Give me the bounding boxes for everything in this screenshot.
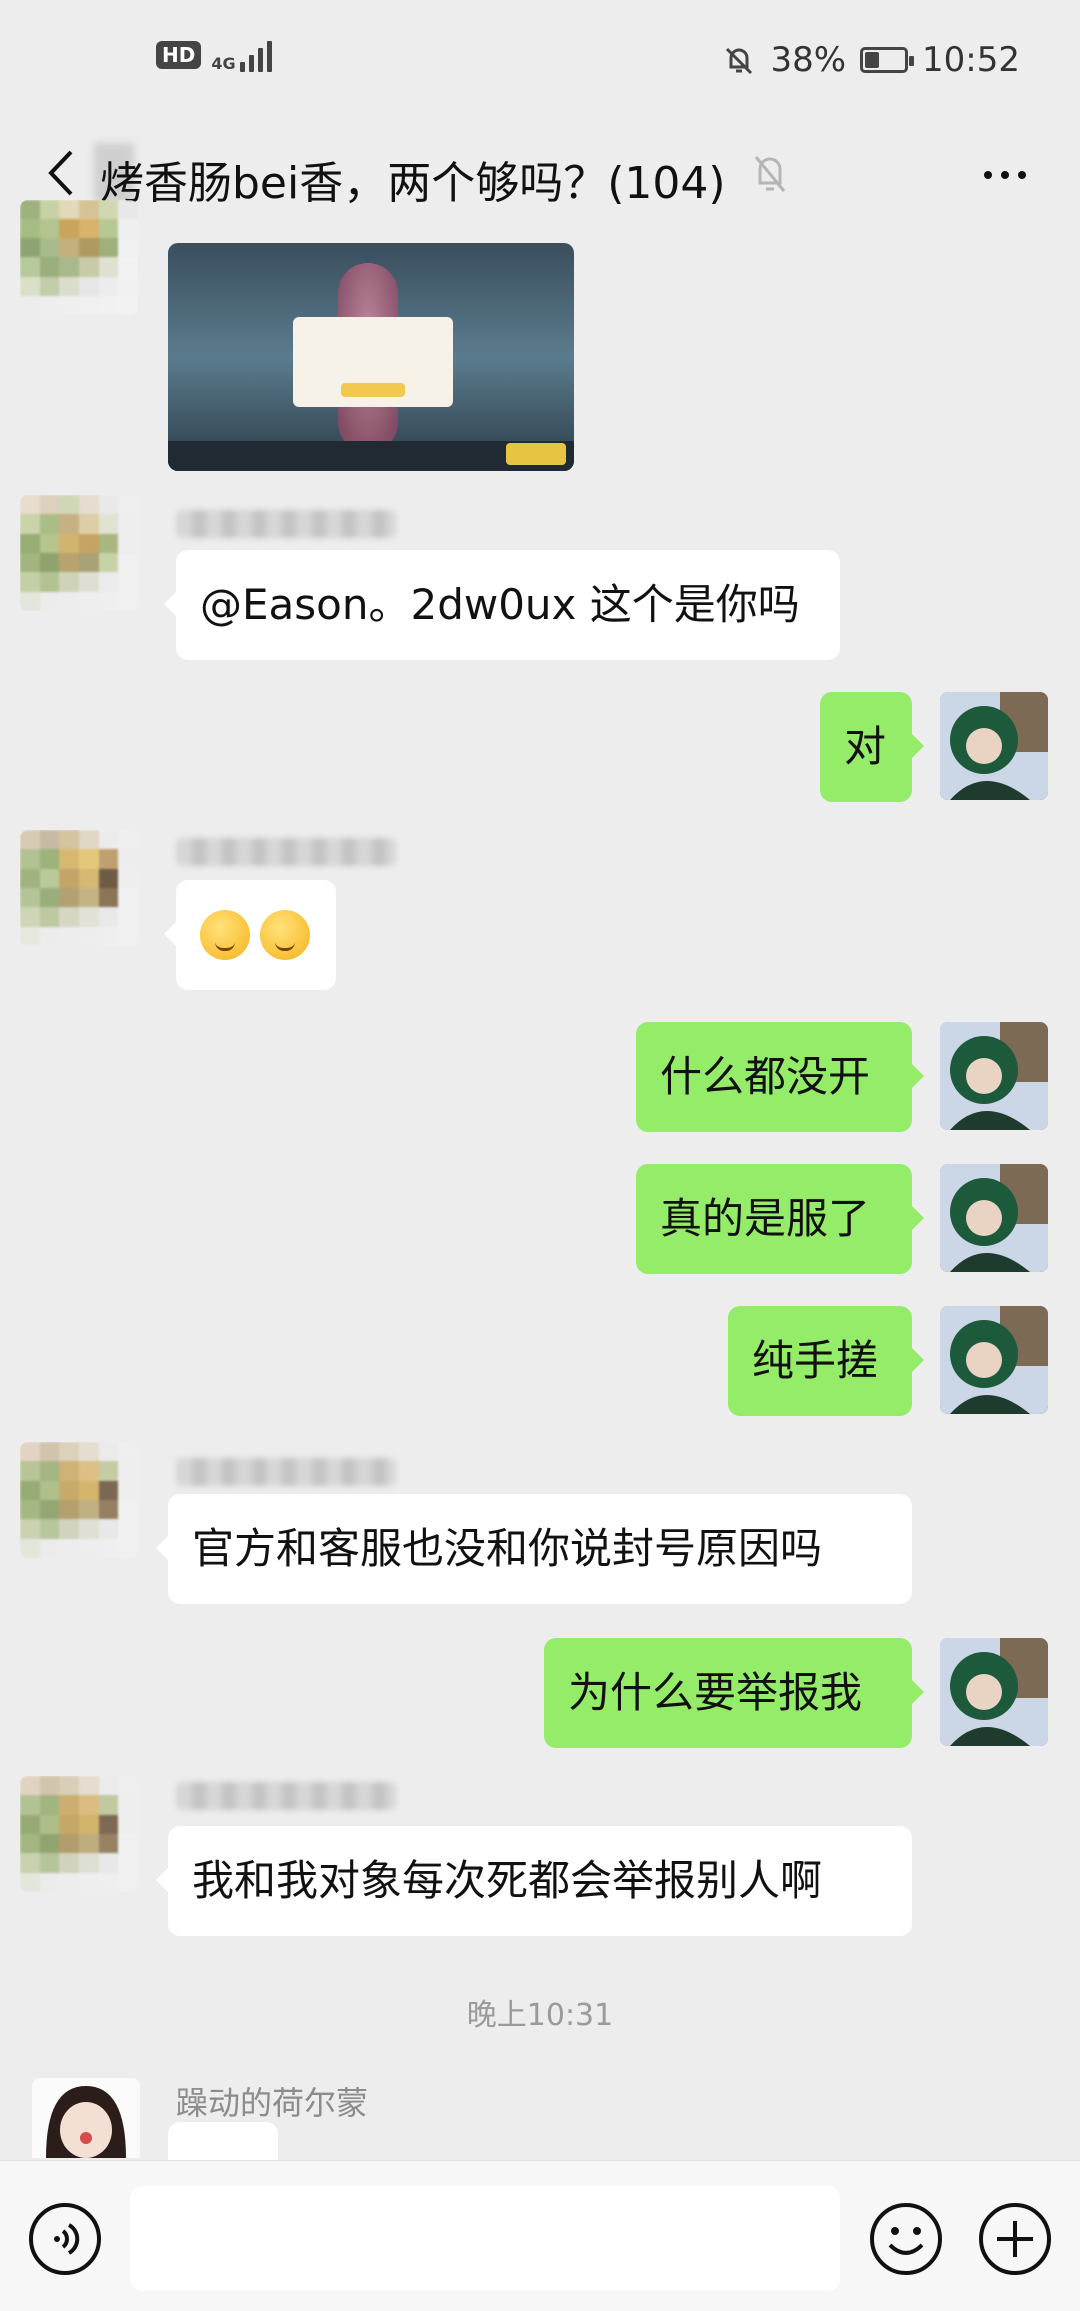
avatar[interactable] xyxy=(20,1776,138,1892)
more-dot xyxy=(984,171,992,179)
message-bubble[interactable]: 真的是服了 xyxy=(636,1164,924,1274)
avatar[interactable] xyxy=(32,2078,140,2158)
message-text: @Eason。2dw0ux 这个是你吗 xyxy=(200,580,800,629)
sender-name-blurred xyxy=(176,838,396,866)
back-icon xyxy=(48,150,73,196)
my-avatar[interactable] xyxy=(940,1164,1048,1272)
more-dot xyxy=(1018,171,1026,179)
message-bubble[interactable]: 为什么要举报我 xyxy=(544,1638,924,1748)
input-bar xyxy=(0,2160,1080,2311)
my-avatar-image xyxy=(940,692,1048,800)
avatar[interactable] xyxy=(20,200,138,315)
my-avatar-image xyxy=(940,1022,1048,1130)
sender-name: 躁动的荷尔蒙 xyxy=(176,2084,369,2122)
message-text: 官方和客服也没和你说封号原因吗 xyxy=(192,1524,823,1573)
my-avatar-image xyxy=(940,1638,1048,1746)
more-dot xyxy=(1001,171,1009,179)
message-bubble[interactable]: 什么都没开 xyxy=(636,1022,924,1132)
battery-percent: 38% xyxy=(770,40,847,80)
my-avatar[interactable] xyxy=(940,692,1048,800)
timestamp: 晚上10:31 xyxy=(466,1998,614,2033)
battery-icon xyxy=(860,47,915,73)
shared-image[interactable] xyxy=(168,243,574,471)
my-avatar[interactable] xyxy=(940,1306,1048,1414)
chat-header: 烤香肠bei香，两个够吗？(104) xyxy=(0,125,1080,225)
signal-icon: 4G xyxy=(211,38,272,73)
message-bubble[interactable]: 官方和客服也没和你说封号原因吗 xyxy=(156,1494,912,1604)
smirk-emoji-icon xyxy=(260,910,310,960)
message-text: 我和我对象每次死都会举报别人啊 xyxy=(192,1856,823,1905)
my-avatar[interactable] xyxy=(940,1638,1048,1746)
message-text: 真的是服了 xyxy=(660,1194,871,1243)
avatar-image xyxy=(20,1776,138,1892)
avatar[interactable] xyxy=(20,1442,138,1558)
game-dialog xyxy=(293,317,453,407)
message-text: 对 xyxy=(844,722,887,771)
message-text: 什么都没开 xyxy=(660,1052,871,1101)
game-action-button xyxy=(506,443,566,465)
message-bubble[interactable]: 对 xyxy=(820,692,924,802)
status-left: HD 4G xyxy=(156,38,272,72)
plus-icon[interactable] xyxy=(977,2201,1053,2277)
voice-icon[interactable] xyxy=(27,2201,103,2277)
more-button[interactable] xyxy=(970,145,1040,205)
avatar[interactable] xyxy=(20,495,138,611)
my-avatar-image xyxy=(940,1164,1048,1272)
message-bubble[interactable] xyxy=(164,880,336,990)
my-avatar[interactable] xyxy=(940,1022,1048,1130)
mute-bell-icon xyxy=(754,156,786,192)
avatar-image xyxy=(20,200,138,315)
message-bubble[interactable]: 我和我对象每次死都会举报别人啊 xyxy=(156,1826,912,1936)
my-avatar-image xyxy=(940,1306,1048,1414)
message-input[interactable] xyxy=(130,2186,840,2291)
avatar-image xyxy=(20,1442,138,1558)
avatar-image xyxy=(20,830,138,946)
avatar-image xyxy=(20,495,138,611)
sender-name-blurred xyxy=(176,510,396,538)
emoji-icon[interactable] xyxy=(868,2201,944,2277)
message-bubble[interactable]: @Eason。2dw0ux 这个是你吗 xyxy=(164,550,840,660)
smirk-emoji-icon xyxy=(200,910,250,960)
mute-status-icon xyxy=(726,47,753,75)
back-button[interactable] xyxy=(30,143,90,203)
hd-badge: HD xyxy=(156,41,202,69)
avatar[interactable] xyxy=(20,830,138,946)
message-text: 纯手搓 xyxy=(752,1336,879,1385)
message-text: 为什么要举报我 xyxy=(568,1668,863,1717)
message-bubble[interactable]: 纯手搓 xyxy=(728,1306,924,1416)
chat-title[interactable]: 烤香肠bei香，两个够吗？(104) xyxy=(100,147,726,211)
status-right: 38% 10:52 xyxy=(722,40,1020,80)
avatar-image xyxy=(32,2078,140,2158)
network-type: 4G xyxy=(211,54,236,73)
message-bubble-partial[interactable] xyxy=(168,2122,278,2160)
game-dialog-button xyxy=(341,383,405,397)
sender-name-blurred xyxy=(176,1782,396,1810)
clock: 10:52 xyxy=(922,40,1020,80)
battery-level xyxy=(865,52,880,68)
sender-name-blurred xyxy=(176,1458,396,1486)
status-bar: HD 4G 38% 10:52 xyxy=(0,0,1080,125)
